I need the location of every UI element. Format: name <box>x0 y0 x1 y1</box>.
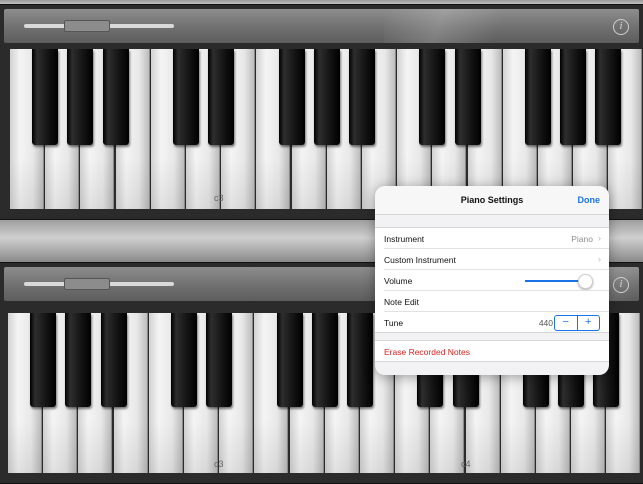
keyboard-range-slider[interactable] <box>24 278 174 290</box>
chevron-right-icon: › <box>598 254 601 264</box>
black-key[interactable] <box>30 313 57 407</box>
black-key[interactable] <box>206 313 233 407</box>
black-key[interactable] <box>65 313 92 407</box>
tune-value: 440 <box>538 318 553 328</box>
keyboard-range-window[interactable] <box>64 20 110 32</box>
chevron-right-icon: › <box>598 233 601 243</box>
note-label-c4: c4 <box>461 459 471 469</box>
black-key[interactable] <box>347 313 373 407</box>
popover-header: Piano Settings Done <box>375 186 609 215</box>
piano-settings-popover: Piano Settings Done Instrument Piano › C… <box>375 186 609 375</box>
instrument-label: Instrument <box>384 234 425 244</box>
black-key[interactable] <box>311 313 338 407</box>
black-key[interactable] <box>173 49 199 145</box>
black-key[interactable] <box>67 49 94 145</box>
black-key[interactable] <box>313 49 340 145</box>
note-label-c3: c3 <box>214 459 224 469</box>
tune-label: Tune <box>384 318 404 328</box>
custom-instrument-row[interactable]: Custom Instrument › <box>375 249 609 270</box>
erase-group: Erase Recorded Notes <box>375 340 609 362</box>
custom-instrument-label: Custom Instrument <box>384 255 456 265</box>
black-key[interactable] <box>171 313 197 407</box>
tune-increment-button[interactable]: + <box>578 316 600 330</box>
done-button[interactable]: Done <box>578 195 601 205</box>
black-key[interactable] <box>102 49 129 145</box>
erase-recorded-notes-button[interactable]: Erase Recorded Notes <box>384 347 470 357</box>
black-key[interactable] <box>560 49 587 145</box>
black-key[interactable] <box>525 49 551 145</box>
note-edit-row[interactable]: Note Edit <box>375 291 609 312</box>
black-key[interactable] <box>100 313 127 407</box>
black-key[interactable] <box>595 49 622 145</box>
black-key[interactable] <box>419 49 446 145</box>
settings-group: Instrument Piano › Custom Instrument › V… <box>375 227 609 333</box>
black-key[interactable] <box>32 49 59 145</box>
black-key[interactable] <box>278 49 305 145</box>
volume-slider-thumb[interactable] <box>578 274 593 289</box>
tune-row: Tune 440 − + <box>375 312 609 332</box>
black-key[interactable] <box>208 49 235 145</box>
keyboard-top-header: i <box>4 9 639 43</box>
keyboard-range-window[interactable] <box>64 278 110 290</box>
info-icon[interactable]: i <box>613 277 629 293</box>
tune-decrement-button[interactable]: − <box>555 316 578 330</box>
note-edit-label: Note Edit <box>384 297 419 307</box>
keys-top: c3 <box>10 49 643 209</box>
black-key[interactable] <box>349 49 375 145</box>
tune-stepper: − + <box>554 315 600 331</box>
black-key[interactable] <box>454 49 481 145</box>
black-key[interactable] <box>276 313 303 407</box>
note-label-c3: c3 <box>214 193 224 203</box>
instrument-row[interactable]: Instrument Piano › <box>375 228 609 249</box>
volume-label: Volume <box>384 276 413 286</box>
popover-title: Piano Settings <box>460 195 524 205</box>
volume-row: Volume <box>375 270 609 291</box>
info-icon[interactable]: i <box>613 19 629 35</box>
keyboard-range-slider[interactable] <box>24 20 174 32</box>
instrument-value: Piano <box>571 234 593 244</box>
